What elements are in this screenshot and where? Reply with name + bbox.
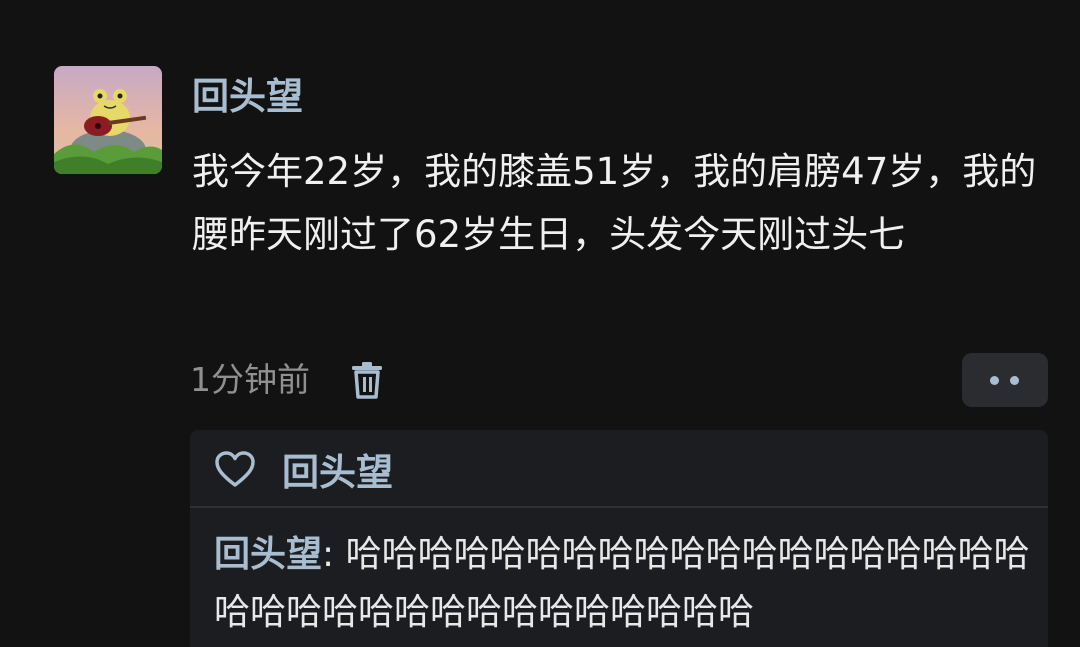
more-button[interactable] [962,353,1048,407]
post-timestamp: 1分钟前 [190,360,310,399]
reply-author-name[interactable]: 回头望 [214,534,322,575]
heart-icon[interactable] [214,450,256,488]
comment-screen: 回头望 我今年22岁，我的膝盖51岁，我的肩膀47岁，我的腰昨天刚过了62岁生日… [0,0,1080,647]
likes-comments-panel: 回头望 回头望: 哈哈哈哈哈哈哈哈哈哈哈哈哈哈哈哈哈哈哈哈哈哈哈哈哈哈哈哈哈哈哈… [190,430,1048,647]
more-dots-icon [990,376,999,385]
reply-separator: : [322,534,346,575]
trash-icon[interactable] [350,361,384,399]
frog-guitar-avatar-icon [54,66,162,174]
reply-comment[interactable]: 回头望: 哈哈哈哈哈哈哈哈哈哈哈哈哈哈哈哈哈哈哈哈哈哈哈哈哈哈哈哈哈哈哈哈哈哈 [214,526,1034,642]
more-dots-icon [1010,376,1019,385]
likes-row: 回头望 [214,446,393,494]
divider [190,506,1048,508]
avatar[interactable] [54,66,162,174]
post-text: 我今年22岁，我的膝盖51岁，我的肩膀47岁，我的腰昨天刚过了62岁生日，头发今… [192,150,1037,256]
post-author-name[interactable]: 回头望 [192,72,303,122]
liker-name[interactable]: 回头望 [282,442,393,496]
